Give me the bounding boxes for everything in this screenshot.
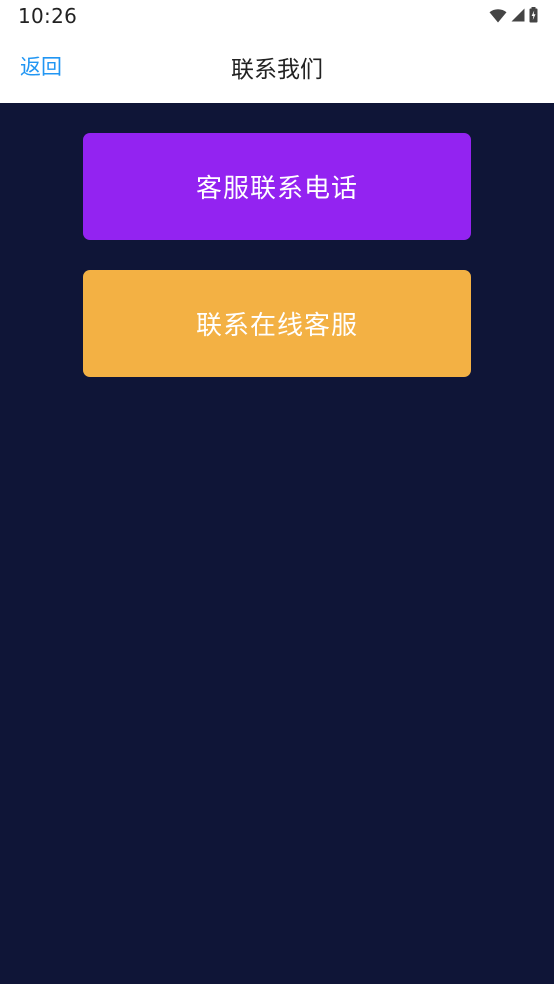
page-title: 联系我们 [231,57,323,83]
content-area: 客服联系电话 联系在线客服 [0,103,554,984]
status-icons [489,6,538,24]
customer-service-phone-button[interactable]: 客服联系电话 [83,133,471,240]
nav-bar: 返回 联系我们 [0,32,554,103]
status-bar: 10:26 [0,0,554,32]
wifi-icon [489,8,507,22]
status-time: 10:26 [18,4,78,28]
battery-icon [529,7,538,23]
online-customer-service-button[interactable]: 联系在线客服 [83,270,471,377]
cellular-signal-icon [511,8,525,22]
